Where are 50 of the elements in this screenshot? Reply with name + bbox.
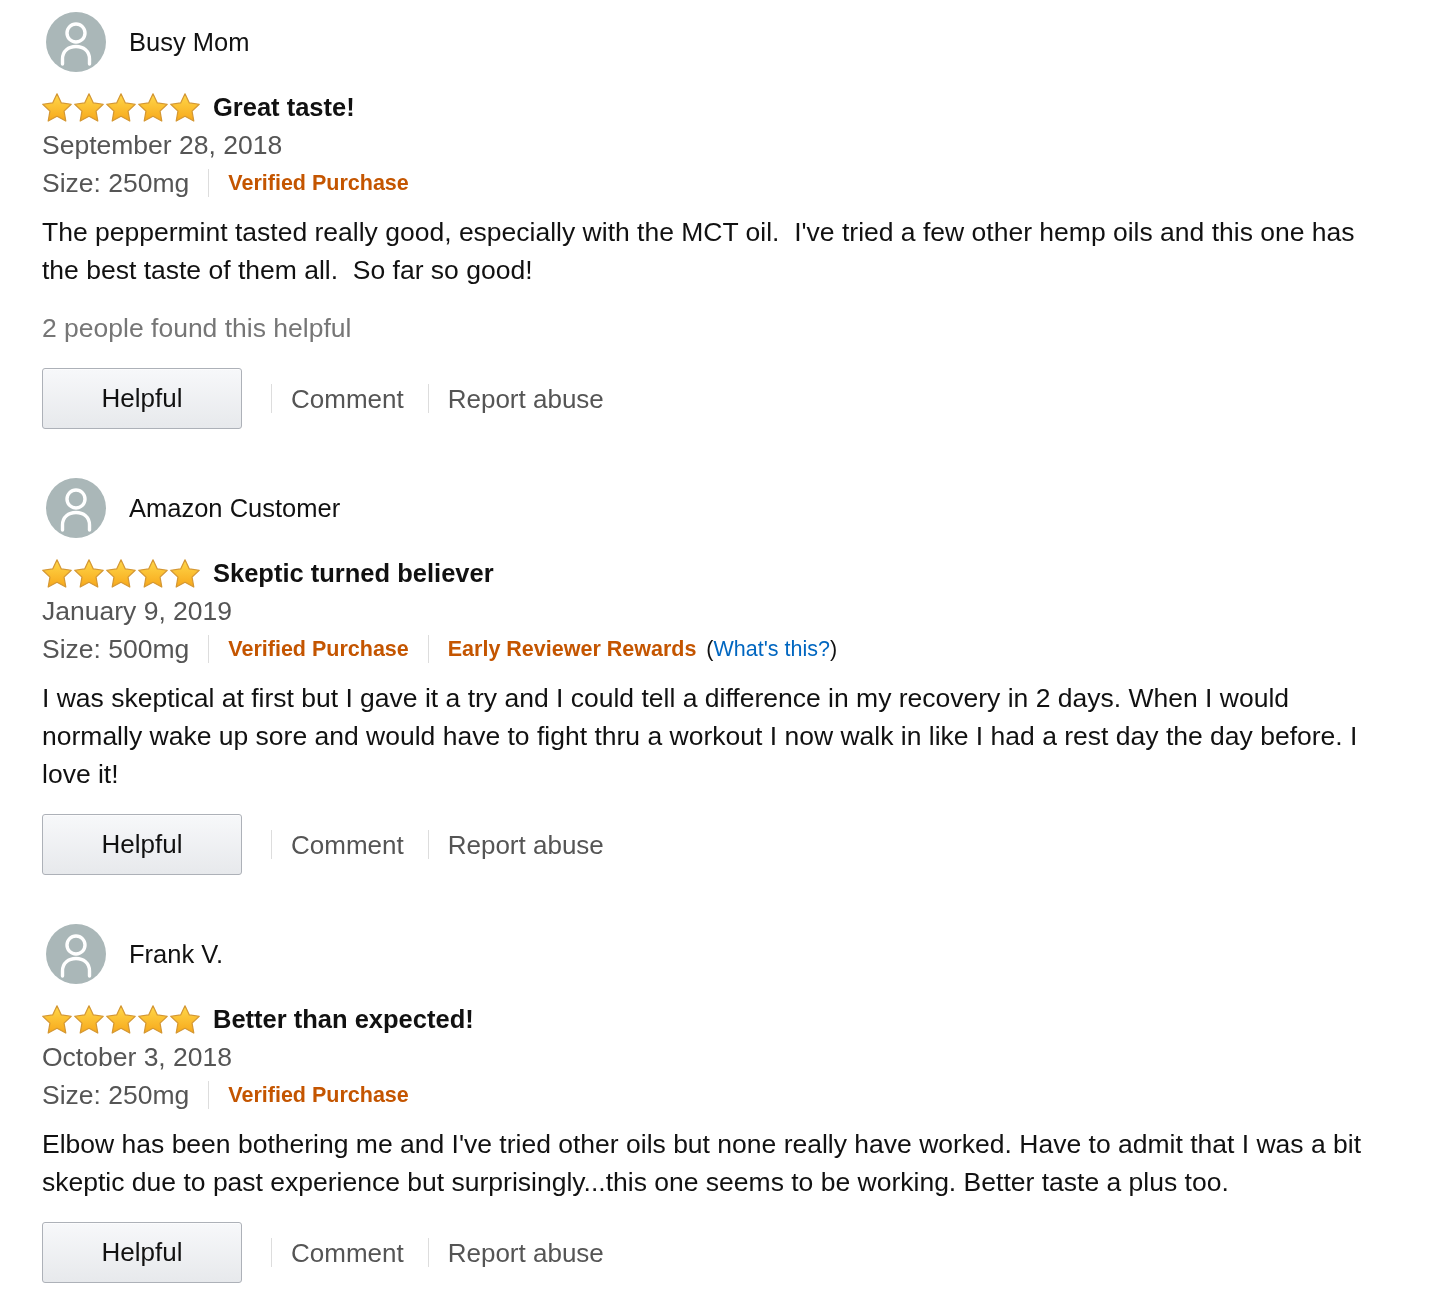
helpful-count: 2 people found this helpful bbox=[42, 312, 352, 345]
star-icon bbox=[138, 92, 168, 122]
purchase-label: Verified Purchase bbox=[228, 170, 409, 196]
review-date: January 9, 2019 bbox=[42, 595, 233, 628]
star-icon bbox=[74, 1004, 104, 1034]
star-icon bbox=[42, 558, 72, 588]
star-icon bbox=[42, 1004, 72, 1034]
review-title[interactable]: Skeptic turned believer bbox=[213, 558, 494, 588]
star-icon bbox=[138, 1004, 168, 1034]
star-icon bbox=[106, 1004, 136, 1034]
helpful-button[interactable]: Helpful bbox=[42, 368, 242, 429]
review-text: I was skeptical at first but I gave it a try and I could tell a difference in my recovery in 2 days. When I would normally wake up sore and would have to fight thru a workout I now walk in like I had a rest day the day before. I love it! bbox=[42, 682, 1359, 791]
report-abuse-link[interactable]: Report abuse bbox=[447, 1237, 604, 1268]
reviewer-name[interactable]: Busy Mom bbox=[129, 27, 250, 57]
parenthesis-text: ( bbox=[706, 636, 714, 662]
parenthesis-text: ) bbox=[829, 636, 838, 662]
comment-link[interactable]: Comment bbox=[291, 383, 404, 414]
review-title[interactable]: Great taste! bbox=[213, 92, 355, 122]
review-date: October 3, 2018 bbox=[42, 1041, 233, 1074]
helpful-button[interactable]: Helpful bbox=[42, 814, 242, 875]
review-date: September 28, 2018 bbox=[42, 129, 283, 162]
star-icon bbox=[42, 92, 72, 122]
purchase-label: Verified Purchase bbox=[228, 636, 409, 662]
reviewer-name[interactable]: Frank V. bbox=[129, 939, 224, 969]
whats-this-link[interactable]: What's this? bbox=[713, 636, 830, 662]
purchase-label: Early Reviewer Rewards bbox=[447, 636, 697, 662]
reviewer-name[interactable]: Amazon Customer bbox=[129, 493, 341, 523]
user-silhouette-icon bbox=[46, 924, 106, 984]
star-icon bbox=[170, 92, 200, 122]
report-abuse-link[interactable]: Report abuse bbox=[447, 383, 604, 414]
product-size: Size: 250mg bbox=[42, 1080, 190, 1110]
review-text: The peppermint tasted really good, especially with the MCT oil. I've tried a few other hemp oils and this one has the best taste of them all. So far so good! bbox=[42, 216, 1356, 287]
report-abuse-link[interactable]: Report abuse bbox=[447, 829, 604, 860]
comment-link[interactable]: Comment bbox=[291, 829, 404, 860]
purchase-label: Verified Purchase bbox=[228, 1082, 409, 1108]
user-silhouette-icon bbox=[46, 12, 106, 72]
star-icon bbox=[106, 558, 136, 588]
product-size: Size: 250mg bbox=[42, 168, 190, 198]
comment-link[interactable]: Comment bbox=[291, 1237, 404, 1268]
product-size: Size: 500mg bbox=[42, 634, 190, 664]
star-icon bbox=[74, 558, 104, 588]
star-icon bbox=[170, 558, 200, 588]
star-icon bbox=[138, 558, 168, 588]
star-icon bbox=[170, 1004, 200, 1034]
review-title[interactable]: Better than expected! bbox=[213, 1004, 474, 1034]
review-text: Elbow has been bothering me and I've tried other oils but none really have worked. Have to admit that I was a bit skeptic due to past experience but surprisingly...this one seems to be working. Better taste a plus too. bbox=[42, 1128, 1363, 1199]
star-icon bbox=[106, 92, 136, 122]
star-icon bbox=[74, 92, 104, 122]
user-silhouette-icon bbox=[46, 478, 106, 538]
helpful-button[interactable]: Helpful bbox=[42, 1222, 242, 1283]
